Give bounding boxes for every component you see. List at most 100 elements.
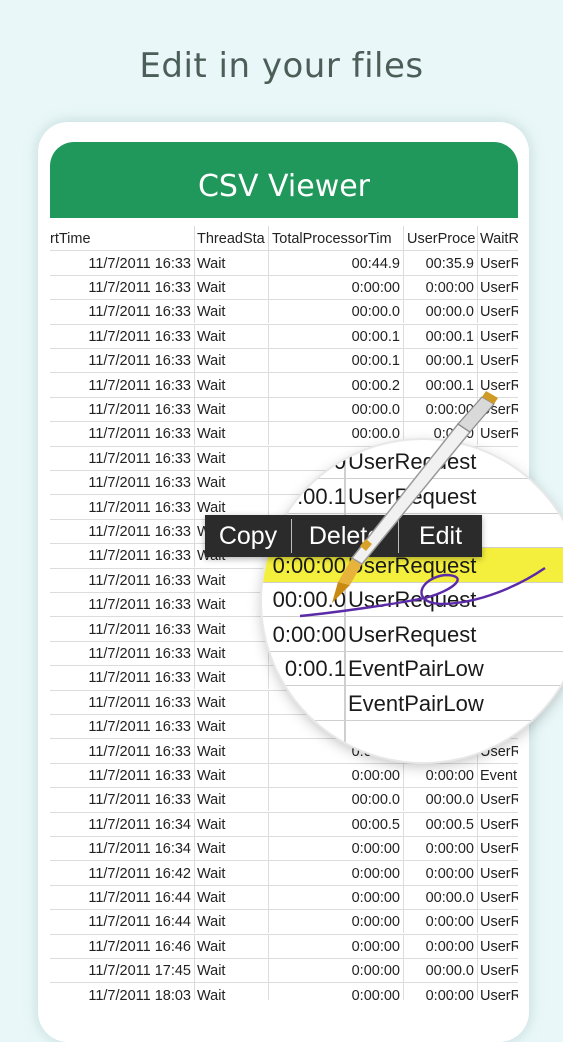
table-cell[interactable]: 11/7/2011 16:33 — [50, 396, 195, 421]
table-cell[interactable]: 00:00.2 — [269, 372, 404, 397]
table-cell[interactable]: 0:00:00 — [269, 884, 404, 909]
table-cell[interactable]: UserR — [478, 885, 518, 909]
table-row[interactable]: 11/7/2011 16:34 Wait 00:00.5 00:00.5 UserR — [50, 811, 518, 838]
table-cell[interactable]: 11/7/2011 16:33 — [50, 470, 195, 495]
table-row[interactable]: 11/7/2011 16:33 Wait 00:00.0 0:00:00 UserR — [50, 396, 518, 423]
table-cell[interactable]: Wait — [195, 250, 269, 275]
table-row[interactable]: 11/7/2011 16:33 Wait 00:00.0 00:00.0 UserR — [50, 299, 518, 325]
table-cell[interactable]: Wait — [195, 372, 269, 397]
table-cell[interactable]: 11/7/2011 16:34 — [50, 836, 195, 861]
table-cell[interactable]: Wait — [195, 982, 269, 1000]
table-cell[interactable]: UserR — [478, 373, 518, 397]
table-cell[interactable]: Wait — [195, 299, 269, 324]
table-cell[interactable]: 0:00:00 — [404, 909, 478, 934]
table-cell[interactable]: 00:00.1 — [404, 323, 478, 348]
table-cell[interactable]: 00:00.0 — [404, 884, 478, 909]
table-row[interactable]: 11/7/2011 16:34 Wait 0:00:00 0:00:00 UserR — [50, 836, 518, 862]
header-cell[interactable]: WaitR — [478, 226, 518, 250]
table-row[interactable]: 11/7/2011 18:03 Wait 0:00:00 0:00:00 UserR — [50, 982, 518, 1001]
table-cell[interactable]: 0:00:00 — [269, 836, 404, 861]
table-cell[interactable]: 00:00.0 — [404, 299, 478, 324]
table-cell[interactable]: UserR — [478, 397, 518, 421]
table-cell[interactable]: 00:00.1 — [269, 323, 404, 348]
table-row[interactable]: 11/7/2011 16:33 Wait 00:00.2 00:00.1 UserR — [50, 372, 518, 398]
table-cell[interactable]: 11/7/2011 16:33 — [50, 567, 195, 592]
table-cell[interactable]: 11/7/2011 16:33 — [50, 665, 195, 690]
table-cell[interactable]: Wait — [195, 396, 269, 421]
table-cell[interactable]: 00:00.0 — [269, 787, 404, 812]
table-cell[interactable]: 0:00:00 — [404, 982, 478, 1000]
table-row[interactable]: 11/7/2011 16:46 Wait 0:00:00 0:00:00 UserR — [50, 933, 518, 960]
table-cell[interactable]: 11/7/2011 16:33 — [50, 445, 195, 470]
table-cell[interactable]: Wait — [195, 348, 269, 373]
table-cell[interactable]: UserR — [478, 251, 518, 275]
table-row[interactable]: 11/7/2011 16:33 Wait 0:00:00 0:00:00 Event — [50, 762, 518, 789]
table-cell[interactable]: UserR — [478, 299, 518, 323]
table-row[interactable]: 11/7/2011 16:33 Wait 00:00.1 00:00.1 UserR — [50, 348, 518, 374]
table-cell[interactable]: Wait — [195, 884, 269, 909]
copy-menu-item[interactable]: Copy — [205, 515, 291, 557]
table-cell[interactable]: 00:00.1 — [404, 372, 478, 397]
table-cell[interactable]: 0:00:00 — [269, 909, 404, 934]
table-cell[interactable]: 11/7/2011 16:33 — [50, 299, 195, 324]
table-cell[interactable]: 00:44.9 — [269, 250, 404, 275]
table-cell[interactable]: 00:00.5 — [269, 811, 404, 836]
table-cell[interactable]: 11/7/2011 16:33 — [50, 787, 195, 812]
table-cell[interactable]: 11/7/2011 16:42 — [50, 860, 195, 885]
table-cell[interactable]: Event — [478, 763, 518, 787]
table-cell[interactable]: 0:00:00 — [404, 396, 478, 421]
table-cell[interactable]: UserR — [478, 983, 518, 1001]
table-cell[interactable]: Wait — [195, 933, 269, 958]
table-cell[interactable]: 11/7/2011 16:44 — [50, 909, 195, 934]
table-cell[interactable]: 00:00.0 — [404, 787, 478, 812]
table-row[interactable]: 11/7/2011 16:33 Wait 00:44.9 00:35.9 UserR — [50, 250, 518, 276]
edit-menu-item[interactable]: Edit — [399, 515, 482, 557]
table-cell[interactable]: 11/7/2011 16:33 — [50, 372, 195, 397]
table-cell[interactable]: Wait — [195, 762, 269, 787]
table-cell[interactable]: 0:00:00 — [404, 860, 478, 885]
table-cell[interactable]: Wait — [195, 274, 269, 299]
table-cell[interactable]: UserR — [478, 934, 518, 958]
table-cell[interactable]: UserR — [478, 958, 518, 982]
table-cell[interactable]: 11/7/2011 16:33 — [50, 323, 195, 348]
table-cell[interactable]: 11/7/2011 16:33 — [50, 738, 195, 763]
table-cell[interactable]: 0:00:00 — [404, 762, 478, 787]
table-cell[interactable]: 11/7/2011 16:33 — [50, 250, 195, 275]
table-cell[interactable]: 0:00:00 — [269, 860, 404, 885]
table-row[interactable]: 11/7/2011 17:45 Wait 0:00:00 00:00.0 UserR — [50, 958, 518, 984]
delete-menu-item[interactable]: Delete — [292, 515, 398, 557]
table-cell[interactable]: 0:00:00 — [404, 933, 478, 958]
table-cell[interactable]: 11/7/2011 16:33 — [50, 616, 195, 641]
table-cell[interactable]: 0:00:00 — [269, 933, 404, 958]
table-cell[interactable]: Wait — [195, 640, 269, 665]
table-cell[interactable]: 11/7/2011 16:33 — [50, 592, 195, 617]
table-cell[interactable]: Wait — [195, 592, 269, 617]
table-cell[interactable]: Wait — [195, 958, 269, 983]
table-cell[interactable]: UserR — [478, 812, 518, 836]
table-cell[interactable]: Wait — [195, 567, 269, 592]
table-cell[interactable]: Wait — [195, 323, 269, 348]
table-cell[interactable]: 11/7/2011 16:33 — [50, 640, 195, 665]
table-cell[interactable]: 11/7/2011 16:46 — [50, 933, 195, 958]
table-row[interactable]: 11/7/2011 16:33 Wait 00:00.1 00:00.1 UserR — [50, 323, 518, 350]
table-cell[interactable]: 11/7/2011 16:33 — [50, 274, 195, 299]
table-cell[interactable]: 0:00:00 — [404, 836, 478, 861]
table-cell[interactable]: UserR — [478, 348, 518, 372]
table-cell[interactable]: 11/7/2011 18:03 — [50, 982, 195, 1000]
header-cell[interactable]: UserProce — [404, 226, 478, 250]
table-cell[interactable]: Wait — [195, 738, 269, 763]
table-cell[interactable]: 0:00:00 — [404, 274, 478, 299]
table-row[interactable]: 11/7/2011 16:33Wait0:00:000:00:00UserR — [50, 274, 518, 301]
table-cell[interactable]: 0:00:00 — [269, 274, 404, 299]
table-cell[interactable]: 00:35.9 — [404, 250, 478, 275]
table-cell[interactable]: 11/7/2011 16:33 — [50, 518, 195, 543]
table-cell[interactable]: 11/7/2011 16:33 — [50, 494, 195, 519]
table-cell[interactable]: Wait — [195, 714, 269, 739]
table-cell[interactable]: 0:00:00 — [269, 982, 404, 1000]
table-cell[interactable]: UserR — [478, 836, 518, 860]
table-cell[interactable]: UserR — [478, 787, 518, 811]
table-cell[interactable]: Wait — [195, 860, 269, 885]
table-cell[interactable]: UserR — [478, 421, 518, 445]
table-cell[interactable]: 11/7/2011 16:44 — [50, 884, 195, 909]
table-cell[interactable]: 11/7/2011 16:33 — [50, 421, 195, 446]
